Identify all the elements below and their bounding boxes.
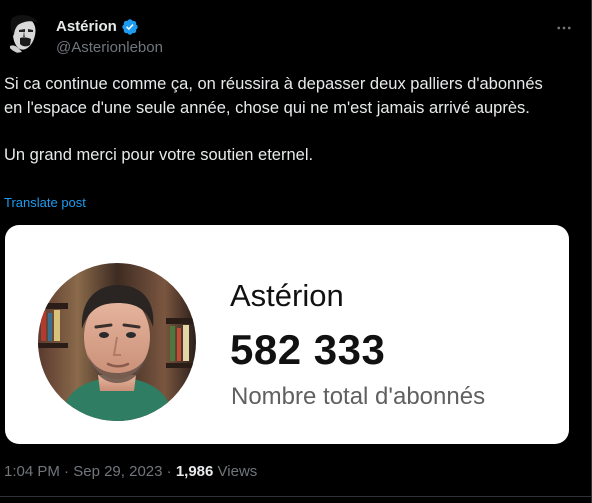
author-handle[interactable]: @Asterionlebon xyxy=(56,39,163,57)
more-horizontal-icon xyxy=(557,26,571,30)
channel-profile-photo xyxy=(38,263,196,421)
meta-separator: · xyxy=(64,463,70,480)
tweet-meta: 1:04 PM · Sep 29, 2023 · 1,986 Views xyxy=(4,463,257,481)
divider xyxy=(0,496,591,497)
card-subscriber-label: Nombre total d'abonnés xyxy=(231,383,486,410)
verified-badge-icon[interactable] xyxy=(121,18,139,36)
tweet-paragraph: Si ca continue comme ça, on réussira à d… xyxy=(4,75,543,117)
card-channel-name: Astérion xyxy=(230,278,344,313)
tweet-timestamp-link[interactable]: 1:04 PM · Sep 29, 2023 xyxy=(4,463,162,480)
tweet-date: Sep 29, 2023 xyxy=(73,463,163,480)
tweet-paragraph: Un grand merci pour votre soutien eterne… xyxy=(4,145,314,164)
meta-separator: · xyxy=(166,463,172,480)
views-label: Views xyxy=(217,463,258,480)
tweet-time: 1:04 PM xyxy=(4,463,60,480)
translate-post-link[interactable]: Translate post xyxy=(4,195,86,211)
more-options-button[interactable] xyxy=(552,16,576,40)
author-avatar[interactable] xyxy=(4,14,44,54)
views-count: 1,986 xyxy=(175,463,214,480)
avatar-face-icon xyxy=(4,14,44,54)
tweet-text: Si ca continue comme ça, on réussira à d… xyxy=(4,73,549,167)
author-name-row: Astérion xyxy=(56,18,139,36)
card-subscriber-count: 582 333 xyxy=(230,326,386,373)
author-display-name[interactable]: Astérion xyxy=(56,18,117,36)
tweet-media-image[interactable]: Astérion 582 333 Nombre total d'abonnés xyxy=(5,225,569,444)
